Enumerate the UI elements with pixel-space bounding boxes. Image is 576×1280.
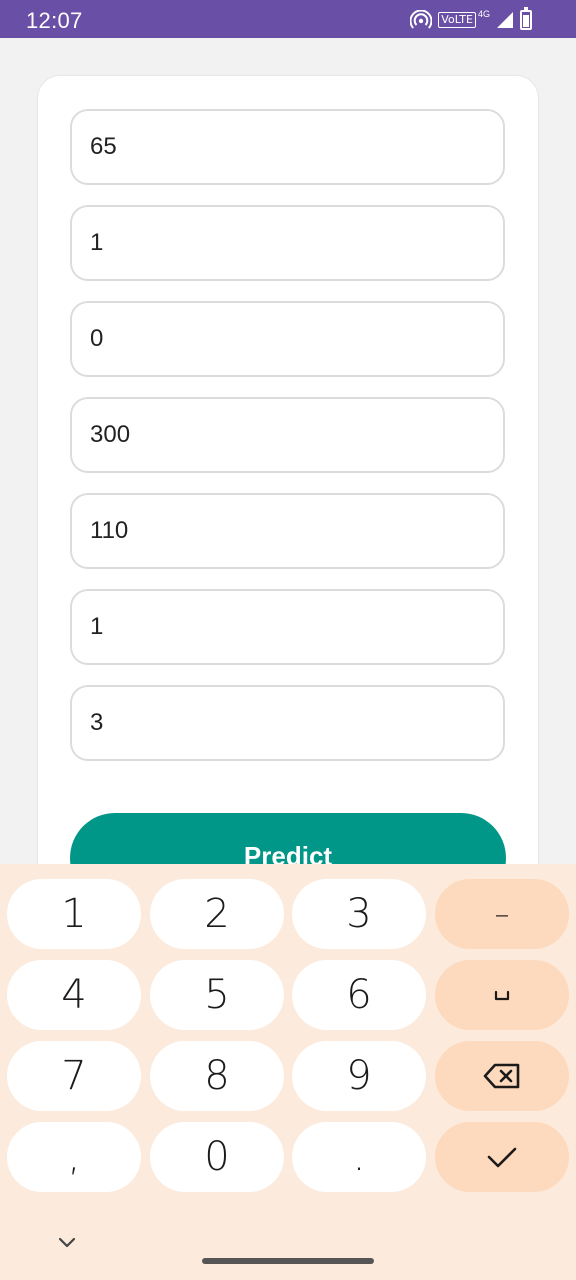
volte-icon: VoLTE — [438, 12, 476, 28]
key-2[interactable]: 2 — [150, 879, 284, 949]
minus-key[interactable]: – — [435, 879, 569, 949]
chevron-down-icon[interactable] — [54, 1230, 80, 1256]
key-5[interactable]: 5 — [150, 960, 284, 1030]
key-7[interactable]: 7 — [7, 1041, 141, 1111]
done-key[interactable] — [435, 1122, 569, 1192]
minus-icon: – — [494, 896, 510, 932]
input-2[interactable] — [72, 207, 503, 279]
numeric-keyboard: 1 2 3 – 4 5 6 7 8 9 , 0 . — [0, 864, 576, 1280]
key-8[interactable]: 8 — [150, 1041, 284, 1111]
input-1[interactable] — [72, 111, 503, 183]
input-7[interactable] — [72, 687, 503, 759]
key-1[interactable]: 1 — [7, 879, 141, 949]
status-bar: 12:07 VoLTE 4G — [0, 0, 576, 38]
space-key[interactable] — [435, 960, 569, 1030]
home-indicator[interactable] — [202, 1258, 374, 1264]
input-3[interactable] — [72, 303, 503, 375]
key-6[interactable]: 6 — [292, 960, 426, 1030]
key-9[interactable]: 9 — [292, 1041, 426, 1111]
backspace-key[interactable] — [435, 1041, 569, 1111]
checkmark-icon — [487, 1147, 517, 1168]
input-field-4[interactable] — [70, 397, 505, 473]
key-4[interactable]: 4 — [7, 960, 141, 1030]
period-key[interactable]: . — [292, 1122, 426, 1192]
input-4[interactable] — [72, 399, 503, 471]
input-field-5[interactable] — [70, 493, 505, 569]
input-field-3[interactable] — [70, 301, 505, 377]
input-6[interactable] — [72, 591, 503, 663]
input-field-6[interactable] — [70, 589, 505, 665]
input-field-7[interactable] — [70, 685, 505, 761]
signal-icon — [497, 12, 513, 28]
comma-key[interactable]: , — [7, 1122, 141, 1192]
status-time: 12:07 — [26, 8, 83, 33]
key-3[interactable]: 3 — [292, 879, 426, 949]
battery-icon — [520, 7, 532, 30]
hotspot-icon — [410, 10, 433, 29]
key-0[interactable]: 0 — [150, 1122, 284, 1192]
network-type: 4G — [477, 9, 490, 19]
input-5[interactable] — [72, 495, 503, 567]
input-field-2[interactable] — [70, 205, 505, 281]
form-card: Predict — [38, 76, 538, 936]
input-field-1[interactable] — [70, 109, 505, 185]
backspace-icon — [483, 1063, 520, 1089]
space-icon — [494, 990, 510, 1001]
status-icons: VoLTE 4G — [410, 7, 532, 30]
